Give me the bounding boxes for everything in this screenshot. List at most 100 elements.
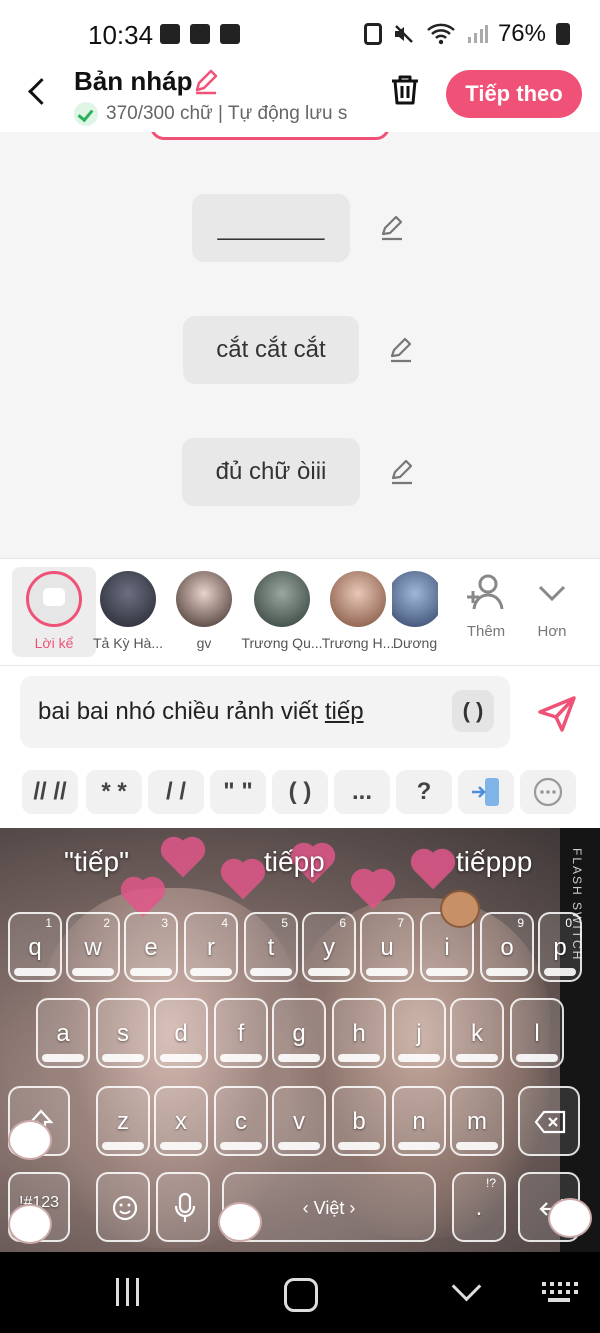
- key-w[interactable]: 2w: [66, 912, 120, 982]
- edit-icon[interactable]: [378, 214, 406, 242]
- add-person-icon: [467, 574, 504, 610]
- punctuation-key[interactable]: !?.: [452, 1172, 506, 1242]
- key-o[interactable]: 9o: [480, 912, 534, 982]
- back-button[interactable]: [22, 72, 56, 112]
- heart-decoration: [224, 862, 262, 900]
- format-button[interactable]: " ": [210, 770, 266, 814]
- key-a[interactable]: a: [36, 998, 90, 1068]
- add-character-button[interactable]: Thêm: [456, 573, 516, 640]
- check-icon: [74, 102, 98, 126]
- edit-icon[interactable]: [388, 458, 416, 486]
- next-button[interactable]: Tiếp theo: [446, 70, 582, 118]
- emoji-key[interactable]: [96, 1172, 150, 1242]
- key-d[interactable]: d: [154, 998, 208, 1068]
- key-e[interactable]: 3e: [124, 912, 178, 982]
- add-label: Thêm: [466, 623, 506, 640]
- key-m[interactable]: m: [450, 1086, 504, 1156]
- chevron-down-icon: [538, 585, 566, 602]
- avatar: [176, 571, 232, 627]
- key-r[interactable]: 4r: [184, 912, 238, 982]
- battery-percent: 76%: [497, 20, 546, 47]
- character-narrator[interactable]: Lời kể: [12, 567, 96, 657]
- key-c[interactable]: c: [214, 1086, 268, 1156]
- key-p[interactable]: 0p: [538, 912, 582, 982]
- message-bubble[interactable]: đủ chữ òiii: [182, 438, 360, 506]
- mic-key[interactable]: [156, 1172, 210, 1242]
- character-name: Trương H...: [321, 635, 395, 651]
- key-j[interactable]: j: [392, 998, 446, 1068]
- pencil-icon[interactable]: [192, 68, 220, 96]
- phone-arrow-icon: [472, 778, 499, 806]
- character-name: gv: [196, 635, 212, 651]
- paren-button[interactable]: ( ): [452, 690, 494, 732]
- character-name: Trương Qu...: [241, 635, 323, 651]
- trash-icon[interactable]: [388, 72, 422, 108]
- key-b[interactable]: b: [332, 1086, 386, 1156]
- key-u[interactable]: 7u: [360, 912, 414, 982]
- character-name: Lời kể: [34, 635, 74, 651]
- character-item[interactable]: gv: [162, 567, 246, 657]
- page-title: Bản nháp: [74, 66, 193, 96]
- key-y[interactable]: 6y: [302, 912, 356, 982]
- home-button[interactable]: [282, 1278, 322, 1312]
- folder-icon: [160, 24, 180, 44]
- insert-icon-button[interactable]: [458, 770, 514, 814]
- suggestion[interactable]: "tiếp": [64, 846, 129, 878]
- teddy-bear-sticker: [440, 890, 480, 928]
- character-item[interactable]: Dương: [392, 567, 438, 657]
- gallery-icon: [190, 24, 210, 44]
- key-l[interactable]: l: [510, 998, 564, 1068]
- format-button[interactable]: / /: [148, 770, 204, 814]
- chat-bubble-icon: [533, 777, 563, 807]
- battery-icon: [556, 23, 570, 45]
- format-button[interactable]: ( ): [272, 770, 328, 814]
- key-k[interactable]: k: [450, 998, 504, 1068]
- format-button[interactable]: // //: [22, 770, 78, 814]
- suggestion[interactable]: tiếppp: [456, 846, 532, 878]
- avatar: [392, 571, 438, 627]
- status-time: 10:34: [88, 20, 154, 50]
- notification-icons: [160, 24, 240, 44]
- chat-bubble-button[interactable]: [520, 770, 576, 814]
- story-content[interactable]: ________ cắt cắt cắt đủ chữ òiii: [0, 130, 600, 558]
- more-label: Hơn: [537, 623, 567, 640]
- more-button[interactable]: Hơn: [522, 573, 582, 640]
- character-item[interactable]: Tả Kỳ Hà...: [86, 567, 170, 657]
- input-text: bai bai nhó chiều rảnh viết tiếp: [38, 698, 364, 725]
- word-count: 370/300 chữ | Tự động lưu s: [106, 103, 348, 124]
- character-item[interactable]: Trương Qu...: [240, 567, 324, 657]
- backspace-key[interactable]: [518, 1086, 580, 1156]
- editor-header: Bản nháp 370/300 chữ | Tự động lưu s Tiế…: [0, 58, 600, 132]
- hide-keyboard-button[interactable]: [450, 1278, 490, 1310]
- message-input[interactable]: bai bai nhó chiều rảnh viết tiếp ( ): [20, 676, 510, 748]
- message-bubble[interactable]: ________: [192, 194, 350, 262]
- keyboard-switch-button[interactable]: [540, 1278, 580, 1310]
- format-button[interactable]: ...: [334, 770, 390, 814]
- sticker-decoration: [218, 1202, 262, 1242]
- key-z[interactable]: z: [96, 1086, 150, 1156]
- format-button[interactable]: * *: [86, 770, 142, 814]
- key-q[interactable]: 1q: [8, 912, 62, 982]
- character-name: Dương: [392, 635, 438, 651]
- message-composer: bai bai nhó chiều rảnh viết tiếp ( ): [0, 666, 600, 760]
- checkbox-icon: [220, 24, 240, 44]
- key-v[interactable]: v: [272, 1086, 326, 1156]
- key-x[interactable]: x: [154, 1086, 208, 1156]
- character-item[interactable]: Trương H...: [316, 567, 400, 657]
- signal-icon: [467, 25, 488, 43]
- key-f[interactable]: f: [214, 998, 268, 1068]
- avatar: [330, 571, 386, 627]
- format-button[interactable]: ?: [396, 770, 452, 814]
- key-s[interactable]: s: [96, 998, 150, 1068]
- system-nav-bar: [0, 1252, 600, 1333]
- recents-button[interactable]: [112, 1278, 152, 1310]
- key-t[interactable]: 5t: [244, 912, 298, 982]
- message-bubble[interactable]: cắt cắt cắt: [183, 316, 359, 384]
- send-icon[interactable]: [536, 694, 578, 734]
- avatar: [100, 571, 156, 627]
- key-h[interactable]: h: [332, 998, 386, 1068]
- key-n[interactable]: n: [392, 1086, 446, 1156]
- edit-icon[interactable]: [387, 336, 415, 364]
- suggestion[interactable]: tiếpp: [264, 846, 325, 878]
- key-g[interactable]: g: [272, 998, 326, 1068]
